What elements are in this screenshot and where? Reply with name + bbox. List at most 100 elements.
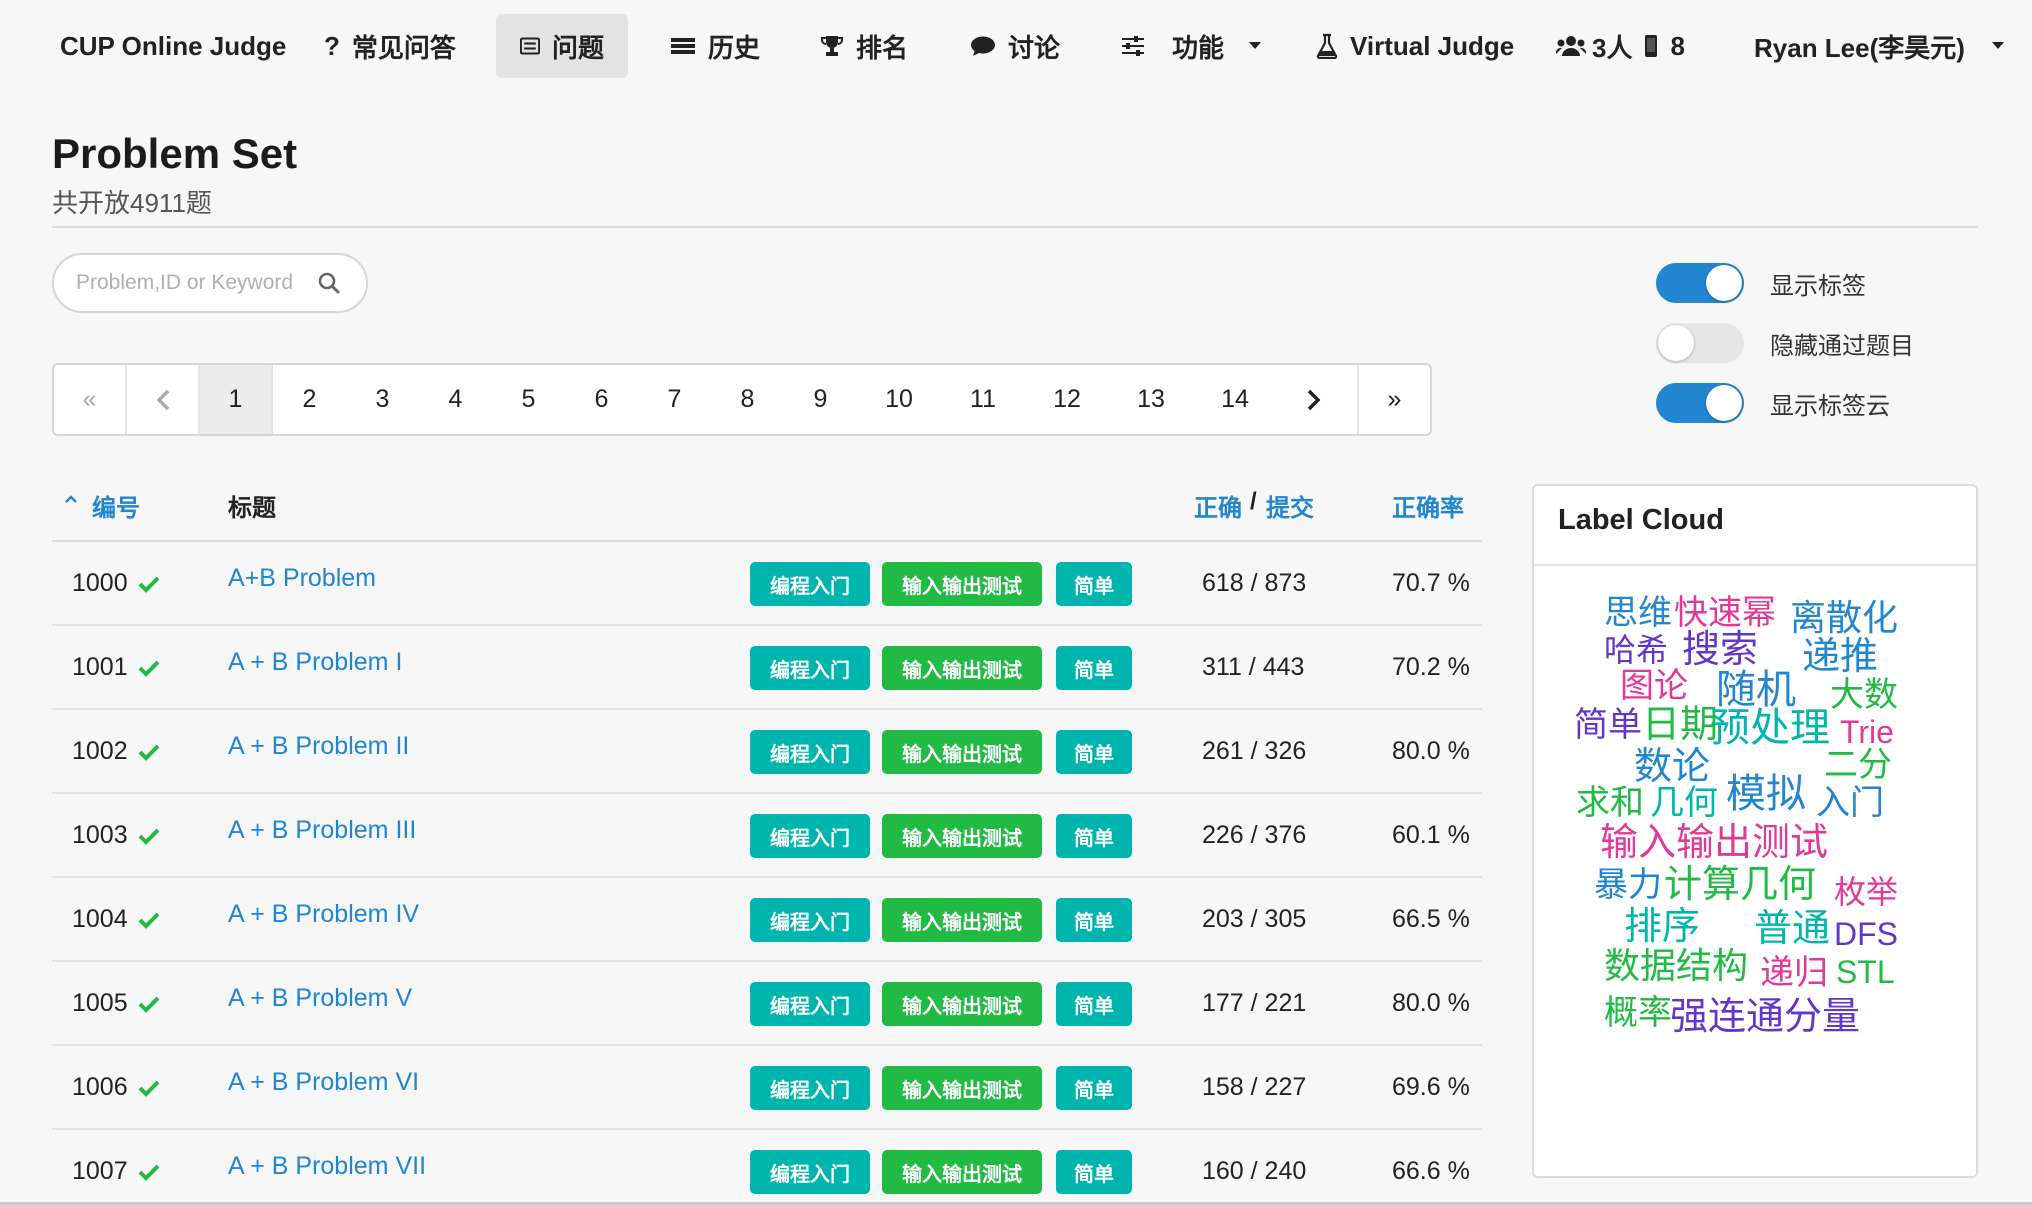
cloud-tag[interactable]: 排序	[1624, 908, 1700, 946]
cloud-tag[interactable]: 递归	[1760, 956, 1828, 990]
cloud-tag[interactable]: 强连通分量	[1670, 998, 1860, 1036]
cloud-tag[interactable]: 数论	[1634, 748, 1710, 786]
problem-title-link[interactable]: A + B Problem VII	[228, 1152, 426, 1181]
cloud-tag[interactable]: STL	[1836, 956, 1895, 988]
nav-history[interactable]: 历史	[646, 14, 784, 78]
cloud-tag[interactable]: 计算几何	[1664, 866, 1816, 904]
cloud-tag[interactable]: 搜索	[1682, 631, 1758, 669]
cloud-tag[interactable]: 暴力	[1594, 868, 1662, 902]
page-button-4[interactable]: 4	[419, 365, 492, 434]
col-id-header[interactable]: 编号	[92, 488, 140, 523]
col-rate-header[interactable]: 正确率	[1392, 488, 1464, 523]
nav-features-dropdown[interactable]: 功能	[1096, 14, 1286, 78]
problem-tag[interactable]: 简单	[1056, 646, 1132, 690]
problem-tag[interactable]: 编程入门	[750, 898, 870, 942]
nav-discuss[interactable]: 讨论	[946, 14, 1084, 78]
cloud-tag[interactable]: 哈希	[1604, 634, 1668, 666]
cloud-tag[interactable]: 求和	[1576, 786, 1644, 820]
show-tags-toggle[interactable]	[1656, 263, 1744, 303]
problem-tag[interactable]: 输入输出测试	[882, 982, 1042, 1026]
page-button-7[interactable]: 7	[638, 365, 711, 434]
page-button-3[interactable]: 3	[346, 365, 419, 434]
cloud-tag[interactable]: 思维	[1604, 596, 1672, 630]
table-row[interactable]: 1004 A + B Problem IV 编程入门 输入输出测试 简单 203 / 3…	[52, 878, 1482, 962]
problem-tag[interactable]: 简单	[1056, 898, 1132, 942]
cloud-tag[interactable]: 普通	[1754, 910, 1830, 948]
cloud-tag[interactable]: 大数	[1830, 678, 1898, 712]
page-button-6[interactable]: 6	[565, 365, 638, 434]
cloud-tag[interactable]: 几何	[1650, 786, 1718, 820]
problem-title-link[interactable]: A + B Problem III	[228, 816, 416, 845]
nav-problems[interactable]: 问题	[496, 14, 628, 78]
nav-ranking[interactable]: 排名	[796, 14, 932, 78]
problem-tag[interactable]: 输入输出测试	[882, 814, 1042, 858]
page-button-1[interactable]: 1	[200, 365, 273, 434]
table-row[interactable]: 1001 A + B Problem I 编程入门 输入输出测试 简单 311 / 44…	[52, 626, 1482, 710]
cloud-tag[interactable]: 简单	[1574, 708, 1642, 742]
problem-tag[interactable]: 简单	[1056, 562, 1132, 606]
table-row[interactable]: 1000 A+B Problem 编程入门 输入输出测试 简单 618 / 873 70.…	[52, 542, 1482, 626]
cloud-tag[interactable]: Trie	[1840, 716, 1894, 748]
page-button-5[interactable]: 5	[492, 365, 565, 434]
cloud-tag[interactable]: 日期	[1642, 706, 1718, 744]
cloud-tag[interactable]: 模拟	[1726, 774, 1806, 814]
problem-tag[interactable]: 简单	[1056, 1150, 1132, 1194]
problem-title-link[interactable]: A + B Problem V	[228, 984, 412, 1013]
problem-tag[interactable]: 编程入门	[750, 982, 870, 1026]
cloud-tag[interactable]: 概率	[1604, 996, 1672, 1030]
table-row[interactable]: 1007 A + B Problem VII 编程入门 输入输出测试 简单 160 / …	[52, 1130, 1482, 1205]
page-button-8[interactable]: 8	[711, 365, 784, 434]
cloud-tag[interactable]: 离散化	[1790, 600, 1898, 636]
cloud-tag[interactable]: 随机	[1716, 670, 1796, 710]
cloud-tag[interactable]: 枚举	[1834, 876, 1898, 908]
page-button-9[interactable]: 9	[784, 365, 857, 434]
problem-title-link[interactable]: A + B Problem VI	[228, 1068, 419, 1097]
cloud-tag[interactable]: 数据结构	[1604, 948, 1748, 984]
problem-tag[interactable]: 简单	[1056, 1066, 1132, 1110]
sort-asc-icon[interactable]	[64, 494, 78, 504]
table-row[interactable]: 1003 A + B Problem III 编程入门 输入输出测试 简单 226 / …	[52, 794, 1482, 878]
first-page-button[interactable]: «	[54, 365, 127, 434]
problem-tag[interactable]: 编程入门	[750, 1066, 870, 1110]
nav-online-status[interactable]: 3人 8	[1532, 14, 1709, 78]
page-button-14[interactable]: 14	[1193, 365, 1277, 434]
problem-tag[interactable]: 简单	[1056, 814, 1132, 858]
cloud-tag[interactable]: 二分	[1824, 748, 1892, 782]
hide-solved-toggle[interactable]	[1656, 323, 1744, 363]
col-submit-header[interactable]: 提交	[1266, 488, 1314, 523]
problem-tag[interactable]: 简单	[1056, 730, 1132, 774]
problem-tag[interactable]: 编程入门	[750, 562, 870, 606]
show-cloud-toggle[interactable]	[1656, 383, 1744, 423]
problem-title-link[interactable]: A + B Problem I	[228, 648, 402, 677]
problem-title-link[interactable]: A + B Problem II	[228, 732, 409, 761]
cloud-tag[interactable]: 递推	[1802, 638, 1878, 676]
table-row[interactable]: 1002 A + B Problem II 编程入门 输入输出测试 简单 261 / 3…	[52, 710, 1482, 794]
col-correct-header[interactable]: 正确	[1194, 488, 1242, 523]
nav-virtual-judge[interactable]: Virtual Judge	[1292, 14, 1538, 78]
last-page-button[interactable]: »	[1357, 365, 1430, 434]
user-menu-dropdown[interactable]: Ryan Lee(李昊元)	[1730, 14, 2029, 78]
problem-tag[interactable]: 编程入门	[750, 814, 870, 858]
cloud-tag[interactable]: 预处理	[1710, 708, 1830, 748]
prev-page-button[interactable]	[127, 365, 200, 434]
problem-tag[interactable]: 输入输出测试	[882, 1066, 1042, 1110]
search-icon[interactable]	[318, 272, 340, 294]
cloud-tag[interactable]: 入门	[1816, 786, 1884, 820]
problem-tag[interactable]: 输入输出测试	[882, 646, 1042, 690]
problem-tag[interactable]: 编程入门	[750, 646, 870, 690]
problem-tag[interactable]: 输入输出测试	[882, 1150, 1042, 1194]
page-button-10[interactable]: 10	[857, 365, 941, 434]
page-button-2[interactable]: 2	[273, 365, 346, 434]
cloud-tag[interactable]: DFS	[1834, 918, 1898, 950]
problem-tag[interactable]: 输入输出测试	[882, 730, 1042, 774]
problem-title-link[interactable]: A+B Problem	[228, 564, 376, 593]
problem-tag[interactable]: 编程入门	[750, 730, 870, 774]
page-button-13[interactable]: 13	[1109, 365, 1193, 434]
table-row[interactable]: 1006 A + B Problem VI 编程入门 输入输出测试 简单 158 / 2…	[52, 1046, 1482, 1130]
problem-tag[interactable]: 编程入门	[750, 1150, 870, 1194]
brand-link[interactable]: CUP Online Judge	[36, 14, 310, 78]
search-input[interactable]	[76, 271, 312, 295]
page-button-11[interactable]: 11	[941, 365, 1025, 434]
page-button-12[interactable]: 12	[1025, 365, 1109, 434]
problem-title-link[interactable]: A + B Problem IV	[228, 900, 419, 929]
